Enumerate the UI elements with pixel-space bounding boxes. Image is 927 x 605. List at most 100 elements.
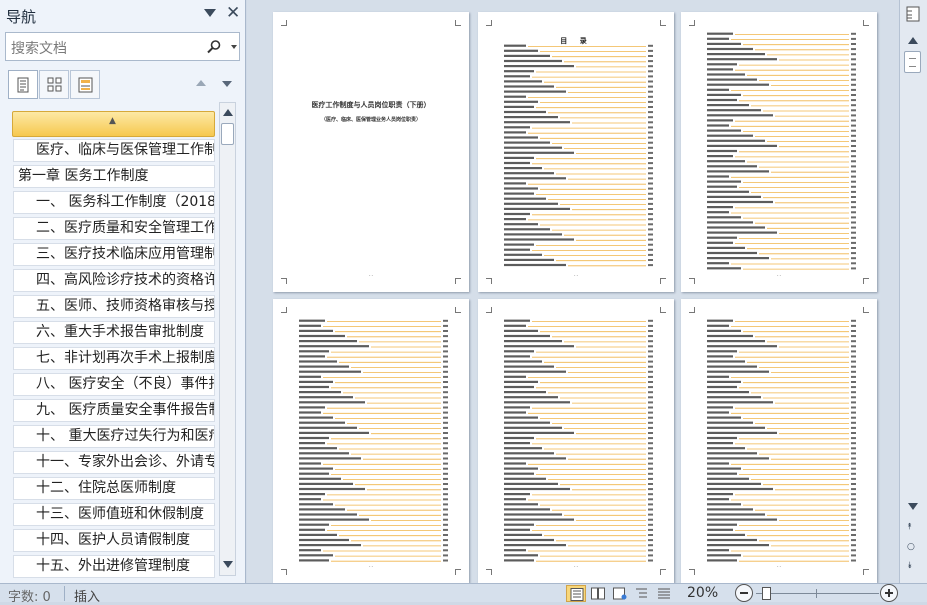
heading-item[interactable]: 十二、住院总医师制度 xyxy=(13,477,215,500)
heading-item[interactable]: 九、 医疗质量安全事件报告制度 xyxy=(13,399,215,422)
tab-browse-pages[interactable] xyxy=(39,70,69,99)
toc-page-ref xyxy=(851,330,856,332)
heading-item[interactable]: 七、非计划再次手术上报制度 xyxy=(13,347,215,370)
previous-page-icon[interactable]: ⯭ xyxy=(907,522,912,532)
next-page-icon[interactable]: ⯯ xyxy=(907,561,912,571)
zoom-slider-thumb[interactable] xyxy=(762,587,771,600)
toc-page-ref xyxy=(851,73,856,76)
toc-page-ref xyxy=(648,100,653,103)
nav-scrollbar[interactable] xyxy=(219,102,236,576)
scroll-up-icon[interactable] xyxy=(223,109,233,116)
print-layout-button[interactable] xyxy=(566,585,586,602)
toc-page-ref xyxy=(648,340,653,343)
toc-page-ref xyxy=(648,426,653,429)
heading-item[interactable]: 六、重大手术报告审批制度 xyxy=(13,321,215,344)
toc-page-ref xyxy=(443,559,448,562)
status-divider xyxy=(64,586,65,601)
toc-page-ref xyxy=(851,170,856,173)
toc-entry-text xyxy=(707,216,741,219)
heading-item[interactable]: 医疗、临床与医保管理工作制度与人员岗位职责（下册） xyxy=(13,139,215,162)
page-toc-3[interactable]: - - xyxy=(273,299,469,583)
close-icon[interactable]: ✕ xyxy=(226,3,240,23)
search-box[interactable]: 搜索文档 xyxy=(5,32,240,61)
toc-page-ref xyxy=(851,508,856,511)
page-toc-4[interactable]: - - xyxy=(478,299,674,583)
toc-entry-text xyxy=(299,365,349,368)
heading-item[interactable]: 三、医疗技术临床应用管理制度 xyxy=(13,243,215,266)
previous-result-icon[interactable] xyxy=(196,80,206,86)
search-icon[interactable] xyxy=(206,39,222,55)
search-input[interactable]: 搜索文档 xyxy=(11,38,67,58)
outline-view-button[interactable] xyxy=(632,585,652,602)
heading-item[interactable]: 一、 医务科工作制度（2018年修订） xyxy=(13,191,215,214)
toc-entry-text xyxy=(504,141,550,144)
toc-page-ref xyxy=(648,90,653,93)
toc-entry-text xyxy=(707,334,753,338)
toc-page-ref xyxy=(443,375,448,378)
toc-entry-text xyxy=(707,93,741,96)
search-options-dropdown-icon[interactable] xyxy=(231,45,237,49)
page-cover[interactable]: 医疗工作制度与人员岗位职责（下册） （医疗、临床、医保管理业务人员岗位职责） -… xyxy=(273,12,469,292)
toc-page-ref xyxy=(443,447,448,450)
scroll-down-icon[interactable] xyxy=(223,561,233,568)
toc-entry-text xyxy=(504,258,554,261)
nav-options-dropdown-icon[interactable] xyxy=(204,9,216,17)
heading-item[interactable]: 十五、外出进修管理制度 xyxy=(13,555,215,578)
heading-item-selected-top[interactable]: ▲ xyxy=(12,111,215,137)
toc-page-ref xyxy=(648,411,653,414)
tab-browse-results[interactable] xyxy=(70,70,100,99)
scroll-thumb[interactable] xyxy=(904,51,921,73)
page-thumbnails-icon xyxy=(47,77,62,92)
toc-entry-text xyxy=(504,263,566,267)
heading-item[interactable]: 四、高风险诊疗技术的资格许可授权管理制度 xyxy=(13,269,215,292)
toc-page-ref xyxy=(443,518,448,521)
toc-entry-text xyxy=(504,350,534,353)
toc-page-ref xyxy=(648,202,653,205)
toc-page-ref xyxy=(851,63,856,66)
toc-entry-text xyxy=(707,467,741,470)
toc-entry-text xyxy=(504,549,526,552)
heading-item[interactable]: 十、 重大医疗过失行为和医疗事故报告制度 xyxy=(13,425,215,448)
zoom-slider-track[interactable] xyxy=(756,593,879,594)
heading-item[interactable]: 十四、医护人员请假制度 xyxy=(13,529,215,552)
zoom-out-button[interactable] xyxy=(735,584,753,602)
toc-page-ref xyxy=(443,457,448,460)
page-toc-1[interactable]: 目 录 - - xyxy=(478,12,674,292)
heading-item[interactable]: 二、医疗质量和安全管理工作制度 xyxy=(13,217,215,240)
heading-item[interactable]: 十三、医师值班和休假制度 xyxy=(13,503,215,526)
toc-entry-text xyxy=(707,42,741,45)
ruler-toggle-icon[interactable] xyxy=(906,6,920,22)
toc-entry-text xyxy=(504,345,574,348)
toc-entry-text xyxy=(707,477,749,480)
heading-item[interactable]: 十一、专家外出会诊、外请专家会诊管理制度 xyxy=(13,451,215,474)
insert-mode[interactable]: 插入 xyxy=(74,586,100,605)
word-count[interactable]: 字数: 0 xyxy=(8,586,51,605)
toc-page-ref xyxy=(851,58,856,61)
toc-page-ref xyxy=(851,206,856,209)
toc-page-ref xyxy=(648,157,653,159)
scroll-down-icon[interactable] xyxy=(908,503,918,510)
toc-lines-svg xyxy=(504,44,653,267)
scroll-up-icon[interactable] xyxy=(908,37,918,44)
toc-page-ref xyxy=(443,416,448,419)
toc-entry-text xyxy=(299,538,349,542)
draft-view-button[interactable] xyxy=(654,585,674,602)
select-browse-object-icon[interactable]: ○ xyxy=(907,542,915,552)
full-screen-reading-button[interactable] xyxy=(588,585,608,602)
page-toc-5[interactable]: - - xyxy=(681,299,877,583)
next-result-icon[interactable] xyxy=(222,81,232,87)
toc-page-ref xyxy=(648,70,653,73)
toc-page-ref xyxy=(851,221,856,224)
scroll-thumb[interactable] xyxy=(221,123,234,145)
toc-page-ref xyxy=(851,539,856,542)
heading-item[interactable]: 八、 医疗安全（不良）事件报告制度 xyxy=(13,373,215,396)
zoom-level[interactable]: 20% xyxy=(687,585,718,601)
tab-browse-headings[interactable] xyxy=(8,70,38,99)
heading-item[interactable]: 五、医师、技师资格审核与授权管理制度 xyxy=(13,295,215,318)
page-toc-2[interactable]: - - xyxy=(681,12,877,292)
document-scrollbar[interactable]: ⯭ ○ ⯯ xyxy=(899,0,927,583)
outline-icon xyxy=(636,588,647,598)
heading-item[interactable]: 第一章 医务工作制度 xyxy=(13,165,215,188)
zoom-in-button[interactable] xyxy=(880,584,898,602)
web-layout-button[interactable] xyxy=(610,585,630,602)
